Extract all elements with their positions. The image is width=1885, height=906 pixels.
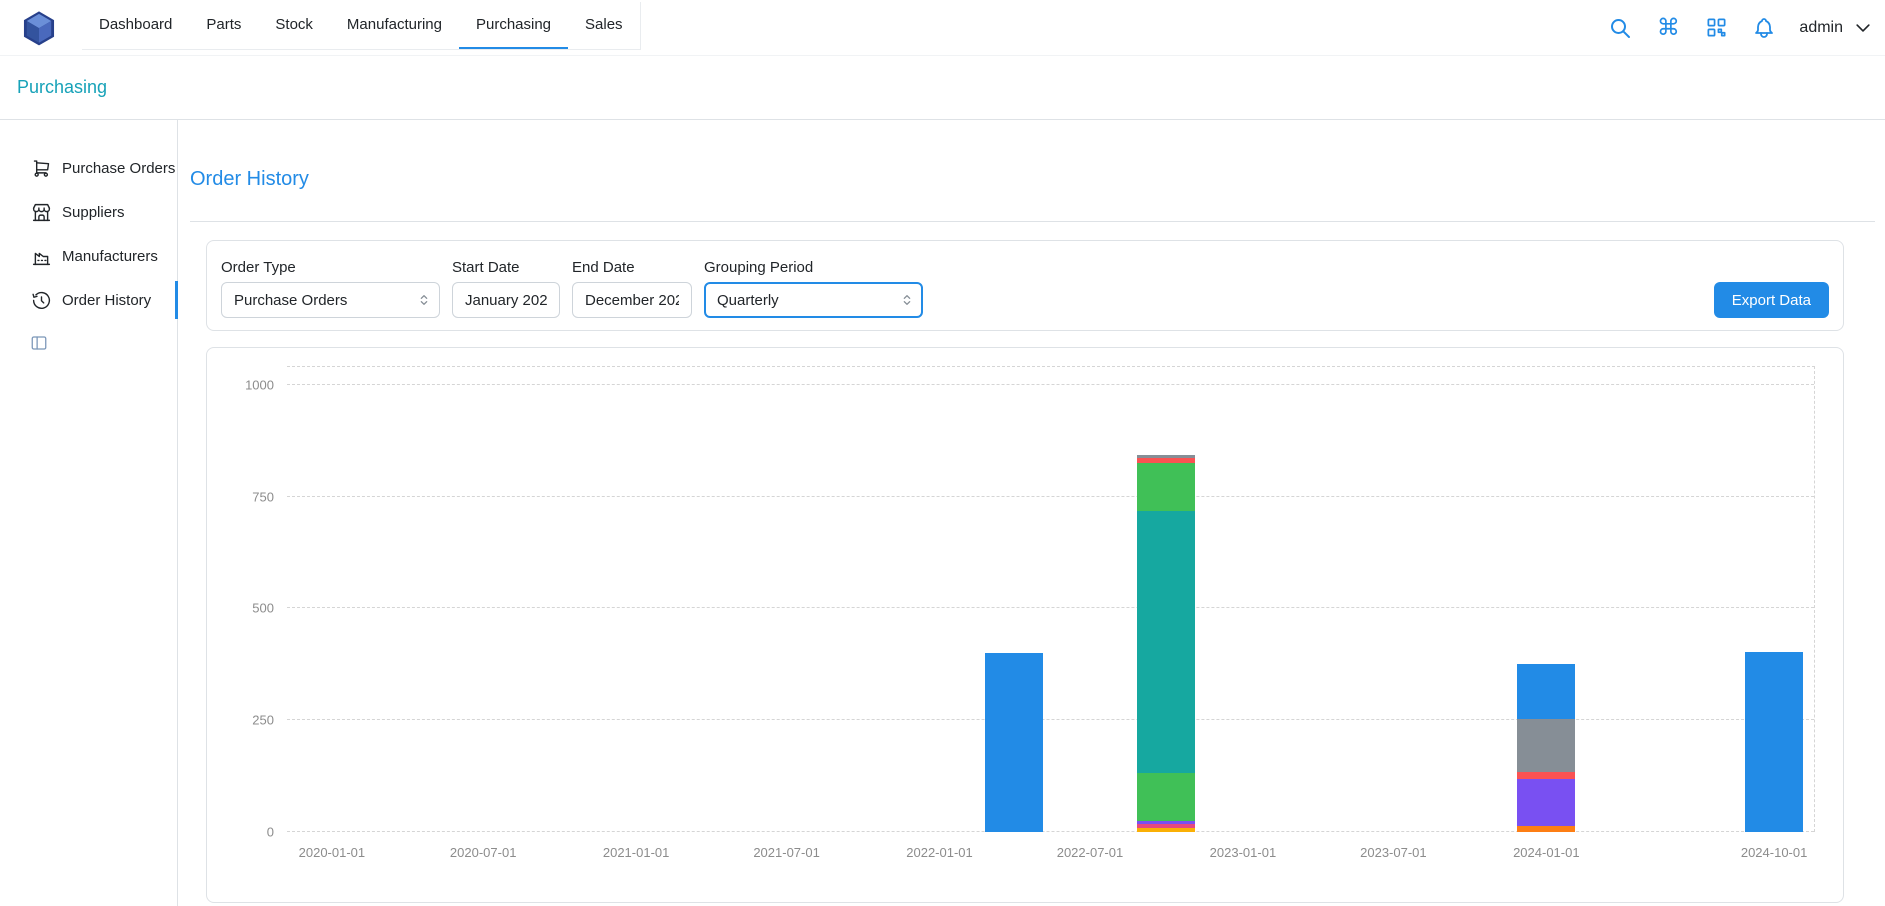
x-tick-label: 2023-07-01 (1360, 845, 1427, 860)
page-title: Order History (190, 168, 1875, 191)
qrcode-scan-icon[interactable] (1703, 15, 1729, 41)
grouping-period-select[interactable] (704, 282, 923, 318)
building-store-icon (31, 202, 52, 223)
gridline-y-500 (287, 607, 1814, 608)
tab-manufacturing[interactable]: Manufacturing (330, 2, 459, 49)
bar-segment[interactable] (1745, 652, 1803, 832)
x-tick-label: 2022-01-01 (906, 845, 973, 860)
x-tick-label: 2024-01-01 (1513, 845, 1580, 860)
sidebar-item-label: Manufacturers (62, 248, 158, 265)
sidebar-item-order-history[interactable]: Order History (0, 278, 177, 322)
bar-segment[interactable] (1517, 779, 1575, 826)
purchasing-sidebar: Purchase Orders Suppliers Manufacturers (0, 120, 178, 906)
tab-purchasing[interactable]: Purchasing (459, 2, 568, 49)
search-icon[interactable] (1607, 15, 1633, 41)
order-history-bar-chart: 025050075010002020-01-012020-07-012021-0… (287, 366, 1815, 832)
end-date-field: End Date (572, 259, 692, 318)
title-divider (190, 221, 1875, 222)
inventree-box-logo[interactable] (20, 9, 58, 47)
sidebar-item-label: Suppliers (62, 204, 125, 221)
history-clock-icon (31, 290, 52, 311)
breadcrumb-purchasing[interactable]: Purchasing (17, 77, 107, 98)
x-tick-label: 2023-01-01 (1210, 845, 1277, 860)
bar-segment[interactable] (1517, 826, 1575, 832)
username: admin (1799, 19, 1843, 37)
grouping-period-field: Grouping Period (704, 259, 923, 318)
export-data-button[interactable]: Export Data (1714, 282, 1829, 318)
grouping-period-label: Grouping Period (704, 259, 923, 276)
bar-segment[interactable] (1137, 455, 1195, 459)
order-history-chart-card: 0 250 500 750 1000 2020-01-01 2020-07-01 2021-0… (206, 347, 1844, 903)
tab-sales[interactable]: Sales (568, 2, 640, 49)
sidebar-item-label: Order History (62, 292, 151, 309)
sidebar-item-purchase-orders[interactable]: Purchase Orders (0, 146, 177, 190)
y-tick-label: 1000 (245, 377, 274, 392)
y-tick-label: 0 (267, 825, 274, 840)
gridline-y-1000 (287, 384, 1814, 385)
order-type-field: Order Type (221, 259, 440, 318)
y-tick-label: 250 (252, 713, 274, 728)
x-tick-label: 2021-07-01 (753, 845, 820, 860)
shopping-cart-icon (31, 158, 52, 179)
chevron-down-icon (1853, 18, 1873, 38)
bar-segment[interactable] (1137, 824, 1195, 828)
y-tick-label: 500 (252, 601, 274, 616)
gridline-y-0 (287, 831, 1814, 832)
main-nav-tabs: Dashboard Parts Stock Manufacturing Purc… (82, 2, 641, 50)
bar-segment[interactable] (1137, 458, 1195, 463)
bar-segment[interactable] (1137, 463, 1195, 511)
y-tick-label: 750 (252, 489, 274, 504)
start-date-label: Start Date (452, 259, 560, 276)
command-icon[interactable]: ⌘ (1655, 15, 1681, 41)
user-menu[interactable]: admin (1799, 18, 1873, 38)
end-date-input[interactable] (572, 282, 692, 318)
bar-segment[interactable] (1517, 719, 1575, 771)
factory-icon (31, 246, 52, 267)
tab-parts[interactable]: Parts (189, 2, 258, 49)
bar-segment[interactable] (1137, 511, 1195, 773)
breadcrumb: Purchasing (0, 56, 1885, 120)
bar-segment[interactable] (1517, 664, 1575, 719)
notification-bell-icon[interactable] (1751, 15, 1777, 41)
order-type-label: Order Type (221, 259, 440, 276)
end-date-label: End Date (572, 259, 692, 276)
sidebar-item-manufacturers[interactable]: Manufacturers (0, 234, 177, 278)
bar-segment[interactable] (1137, 773, 1195, 821)
start-date-input[interactable] (452, 282, 560, 318)
bar-segment[interactable] (1517, 772, 1575, 780)
tab-stock[interactable]: Stock (258, 2, 330, 49)
x-tick-label: 2021-01-01 (603, 845, 670, 860)
filter-panel: Order Type Start Date End Date Grouping … (206, 240, 1844, 331)
x-tick-label: 2022-07-01 (1057, 845, 1124, 860)
order-history-page: Order History Order Type Start Date End … (178, 120, 1885, 906)
gridline-y-250 (287, 719, 1814, 720)
bar-segment[interactable] (1137, 828, 1195, 832)
tab-dashboard[interactable]: Dashboard (82, 2, 189, 49)
bar-segment[interactable] (985, 653, 1043, 832)
bar-segment[interactable] (1137, 821, 1195, 824)
command-glyph: ⌘ (1657, 16, 1680, 39)
order-type-select[interactable] (221, 282, 440, 318)
sidebar-item-label: Purchase Orders (62, 160, 175, 177)
gridline-y-750 (287, 496, 1814, 497)
x-tick-label: 2020-07-01 (450, 845, 517, 860)
start-date-field: Start Date (452, 259, 560, 318)
navbar-actions: ⌘ admin (1607, 15, 1873, 41)
x-tick-label: 2024-10-01 (1741, 845, 1808, 860)
sidebar-item-suppliers[interactable]: Suppliers (0, 190, 177, 234)
sidebar-collapse-icon[interactable] (30, 334, 48, 352)
x-tick-label: 2020-01-01 (299, 845, 366, 860)
top-navbar: Dashboard Parts Stock Manufacturing Purc… (0, 0, 1885, 56)
